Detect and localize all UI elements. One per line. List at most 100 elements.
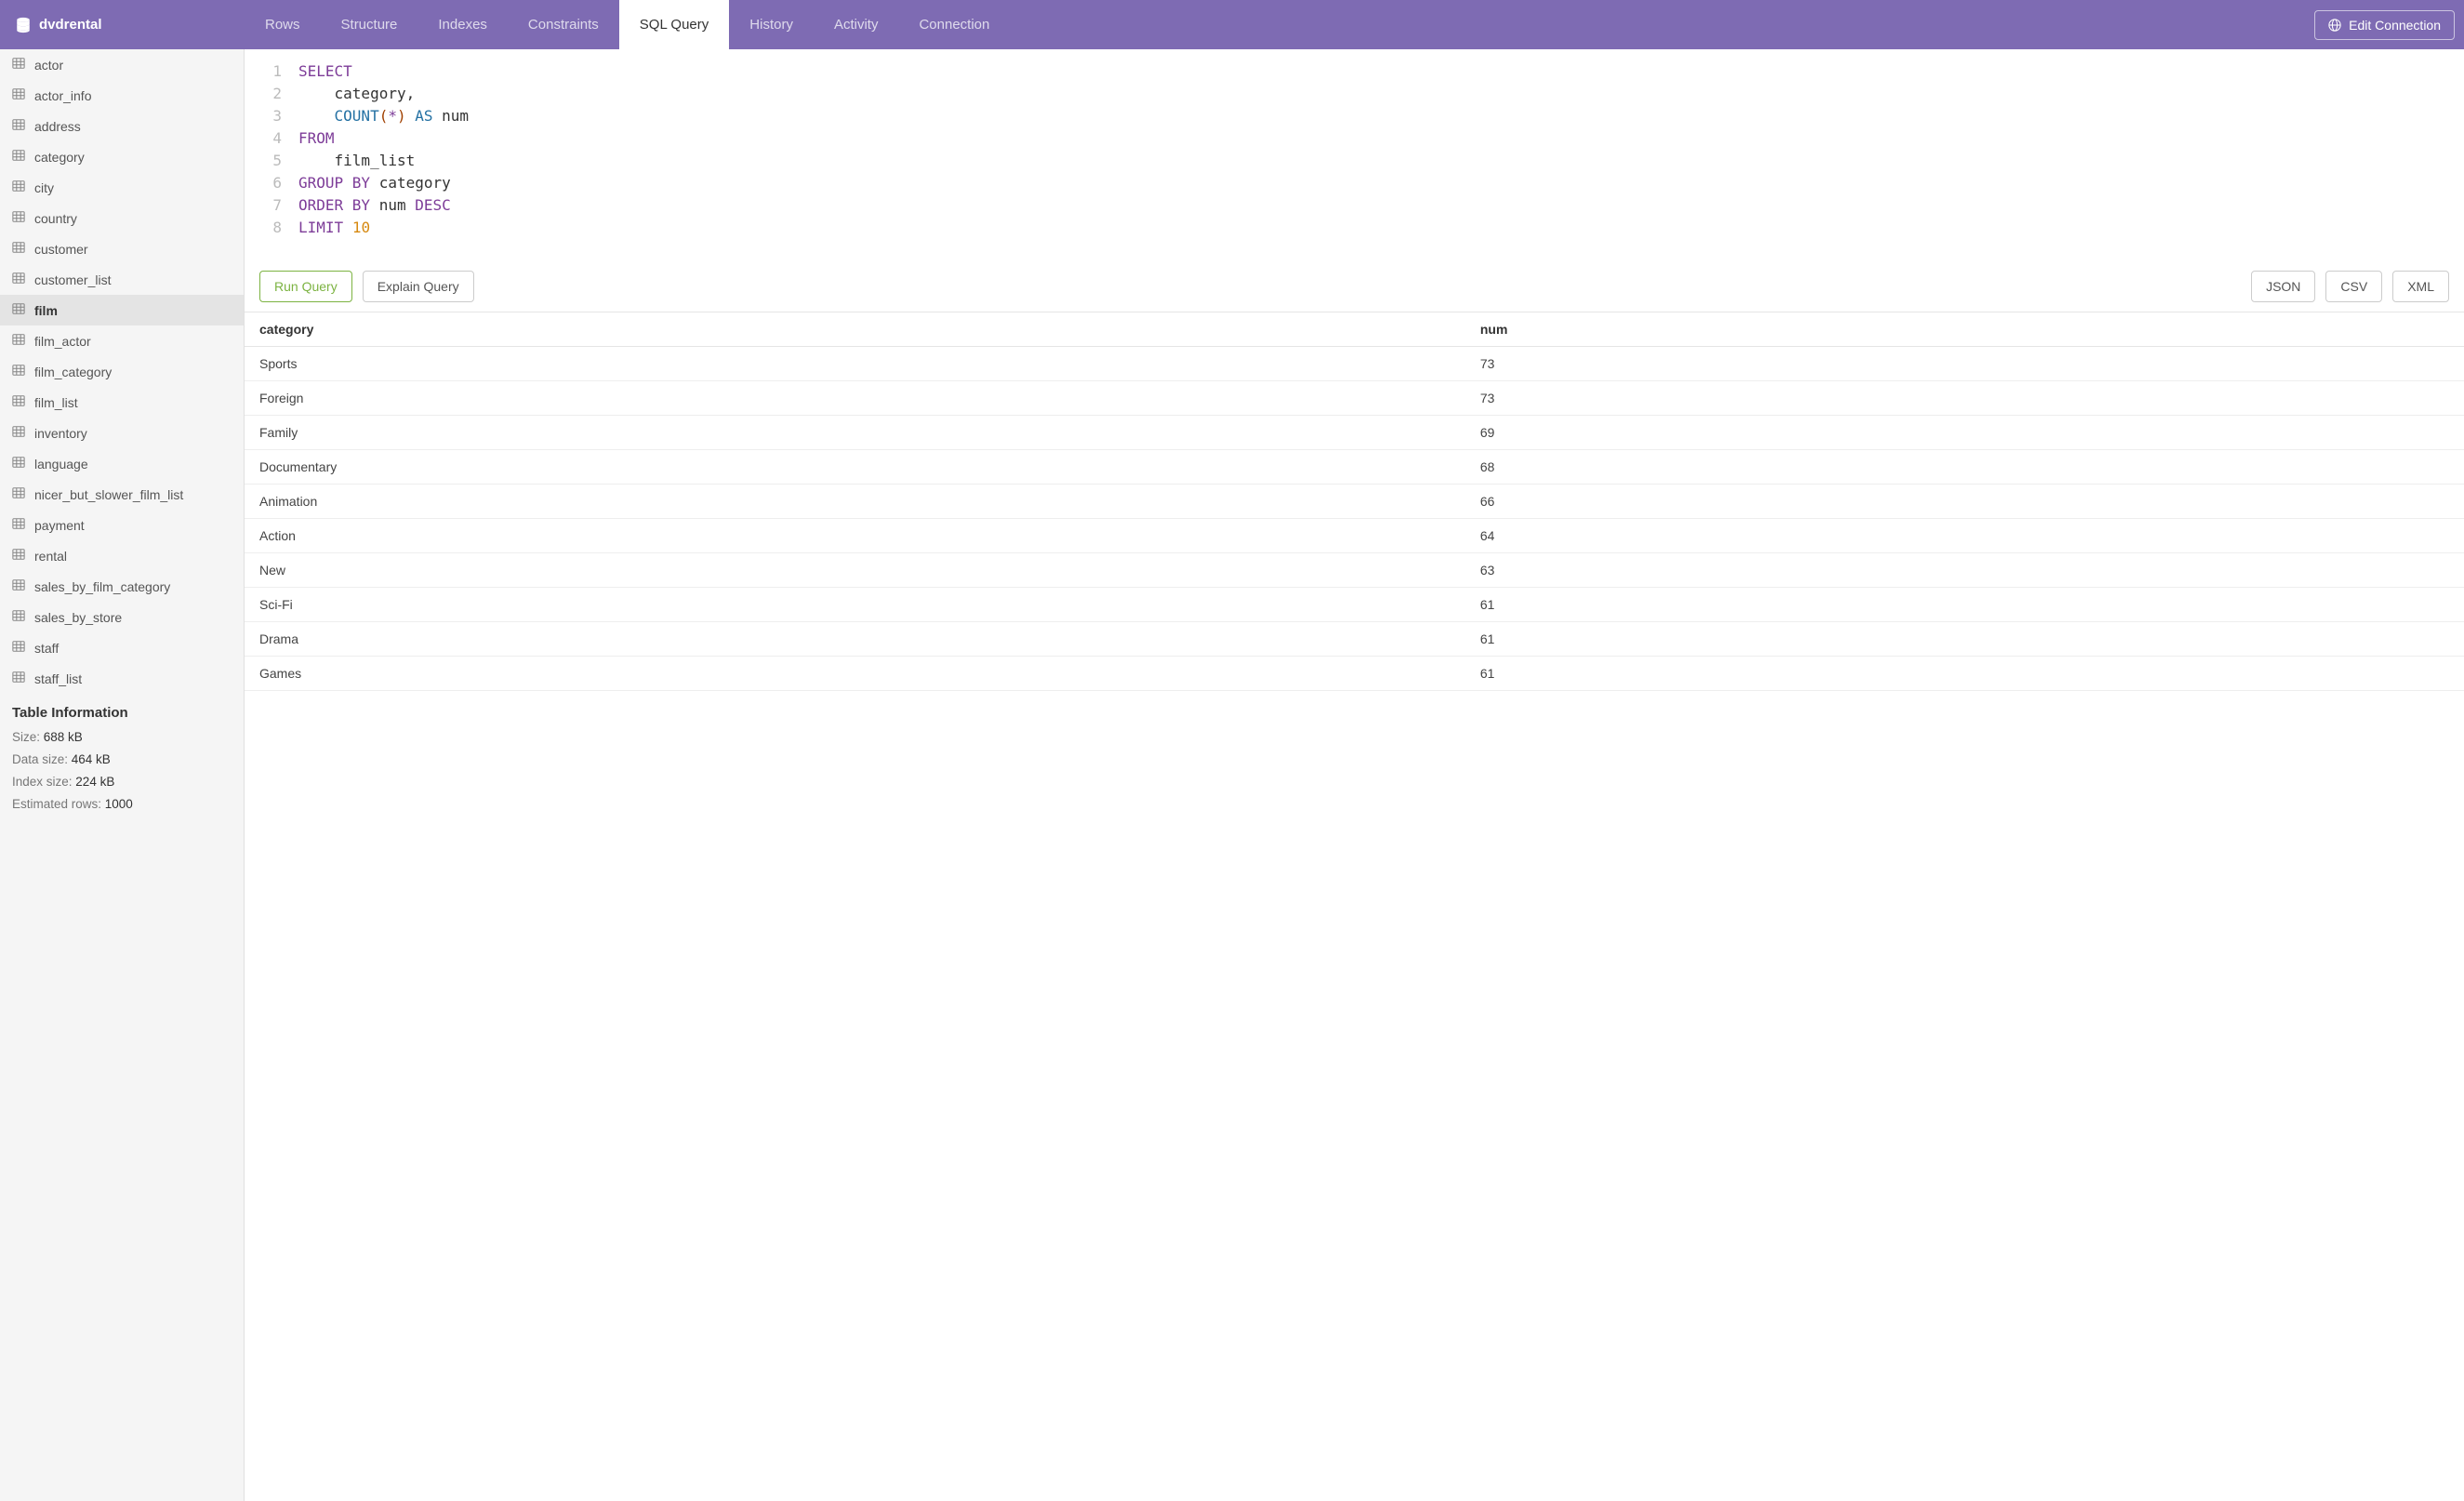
- sidebar-table-country[interactable]: country: [0, 203, 244, 233]
- table-label: film: [34, 303, 58, 318]
- code[interactable]: film_list: [298, 150, 415, 172]
- table-icon: [12, 241, 25, 257]
- line-number: 6: [259, 172, 282, 194]
- editor-line[interactable]: 7ORDER BY num DESC: [259, 194, 2449, 217]
- table-icon: [12, 394, 25, 410]
- table-cell: 61: [1465, 622, 2464, 657]
- line-number: 8: [259, 217, 282, 239]
- table-information: Table Information Size: 688 kB Data size:…: [0, 694, 244, 823]
- sidebar-table-rental[interactable]: rental: [0, 540, 244, 571]
- table-info-title: Table Information: [12, 705, 232, 721]
- explain-query-button[interactable]: Explain Query: [363, 271, 474, 302]
- edit-connection-button[interactable]: Edit Connection: [2314, 10, 2455, 40]
- table-row[interactable]: Sci-Fi61: [245, 588, 2464, 622]
- table-cell: Family: [245, 416, 1465, 450]
- sidebar-table-city[interactable]: city: [0, 172, 244, 203]
- table-icon: [12, 364, 25, 379]
- tab-activity[interactable]: Activity: [814, 0, 899, 49]
- tab-history[interactable]: History: [729, 0, 814, 49]
- sidebar-table-film[interactable]: film: [0, 295, 244, 325]
- sidebar-table-customer[interactable]: customer: [0, 233, 244, 264]
- table-label: category: [34, 150, 85, 165]
- editor-line[interactable]: 3 COUNT(*) AS num: [259, 105, 2449, 127]
- table-icon: [12, 118, 25, 134]
- table-row[interactable]: Foreign73: [245, 381, 2464, 416]
- tab-structure[interactable]: Structure: [321, 0, 418, 49]
- code[interactable]: COUNT(*) AS num: [298, 105, 469, 127]
- table-row[interactable]: Documentary68: [245, 450, 2464, 485]
- sidebar-table-film_list[interactable]: film_list: [0, 387, 244, 418]
- table-icon: [12, 149, 25, 165]
- editor-line[interactable]: 8 LIMIT 10: [259, 217, 2449, 239]
- table-row[interactable]: New63: [245, 553, 2464, 588]
- xml-export-button[interactable]: XML: [2392, 271, 2449, 302]
- sidebar-table-payment[interactable]: payment: [0, 510, 244, 540]
- code[interactable]: FROM: [298, 127, 335, 150]
- table-row[interactable]: Family69: [245, 416, 2464, 450]
- code[interactable]: ORDER BY num DESC: [298, 194, 451, 217]
- table-icon: [12, 548, 25, 564]
- query-actions: Run Query Explain Query JSON CSV XML: [245, 261, 2464, 312]
- table-label: country: [34, 211, 77, 226]
- csv-export-button[interactable]: CSV: [2325, 271, 2382, 302]
- table-icon: [12, 456, 25, 472]
- table-label: staff: [34, 641, 59, 656]
- code[interactable]: LIMIT 10: [298, 217, 370, 239]
- sidebar-table-actor_info[interactable]: actor_info: [0, 80, 244, 111]
- column-header-category[interactable]: category: [245, 312, 1465, 347]
- line-number: 4: [259, 127, 282, 150]
- editor-line[interactable]: 2 category,: [259, 83, 2449, 105]
- code[interactable]: SELECT: [298, 60, 352, 83]
- table-cell: Sci-Fi: [245, 588, 1465, 622]
- table-label: staff_list: [34, 671, 82, 686]
- table-icon: [12, 425, 25, 441]
- table-cell: 68: [1465, 450, 2464, 485]
- line-number: 2: [259, 83, 282, 105]
- table-row[interactable]: Games61: [245, 657, 2464, 691]
- sidebar-table-actor[interactable]: actor: [0, 49, 244, 80]
- sidebar-table-staff_list[interactable]: staff_list: [0, 663, 244, 694]
- tab-indexes[interactable]: Indexes: [417, 0, 508, 49]
- json-export-button[interactable]: JSON: [2251, 271, 2315, 302]
- editor-line[interactable]: 1SELECT: [259, 60, 2449, 83]
- sidebar-table-staff[interactable]: staff: [0, 632, 244, 663]
- table-row[interactable]: Sports73: [245, 347, 2464, 381]
- table-cell: New: [245, 553, 1465, 588]
- sidebar-table-sales_by_film_category[interactable]: sales_by_film_category: [0, 571, 244, 602]
- brand[interactable]: dvdrental: [0, 17, 245, 33]
- code[interactable]: GROUP BY category: [298, 172, 451, 194]
- column-header-num[interactable]: num: [1465, 312, 2464, 347]
- table-row[interactable]: Animation66: [245, 485, 2464, 519]
- sidebar-table-film_category[interactable]: film_category: [0, 356, 244, 387]
- sidebar-table-nicer_but_slower_film_list[interactable]: nicer_but_slower_film_list: [0, 479, 244, 510]
- sidebar-table-film_actor[interactable]: film_actor: [0, 325, 244, 356]
- table-cell: 64: [1465, 519, 2464, 553]
- sql-editor[interactable]: 1SELECT2 category,3 COUNT(*) AS num4 FROM…: [245, 49, 2464, 261]
- globe-icon: [2328, 19, 2341, 32]
- tab-sql-query[interactable]: SQL Query: [619, 0, 729, 49]
- sidebar-table-address[interactable]: address: [0, 111, 244, 141]
- run-query-button[interactable]: Run Query: [259, 271, 352, 302]
- table-info-row: Size: 688 kB: [12, 730, 232, 744]
- sidebar-table-sales_by_store[interactable]: sales_by_store: [0, 602, 244, 632]
- tab-rows[interactable]: Rows: [245, 0, 321, 49]
- table-row[interactable]: Drama61: [245, 622, 2464, 657]
- table-row[interactable]: Action64: [245, 519, 2464, 553]
- sidebar-table-inventory[interactable]: inventory: [0, 418, 244, 448]
- table-cell: 66: [1465, 485, 2464, 519]
- table-info-row: Index size: 224 kB: [12, 775, 232, 789]
- table-label: customer: [34, 242, 88, 257]
- table-cell: Animation: [245, 485, 1465, 519]
- editor-line[interactable]: 4 FROM: [259, 127, 2449, 150]
- tab-connection[interactable]: Connection: [898, 0, 1010, 49]
- code[interactable]: category,: [298, 83, 415, 105]
- sidebar-table-category[interactable]: category: [0, 141, 244, 172]
- table-icon: [12, 302, 25, 318]
- tab-constraints[interactable]: Constraints: [508, 0, 619, 49]
- editor-line[interactable]: 6 GROUP BY category: [259, 172, 2449, 194]
- sidebar-table-customer_list[interactable]: customer_list: [0, 264, 244, 295]
- table-info-row: Data size: 464 kB: [12, 752, 232, 766]
- sidebar-table-language[interactable]: language: [0, 448, 244, 479]
- editor-line[interactable]: 5 film_list: [259, 150, 2449, 172]
- table-icon: [12, 87, 25, 103]
